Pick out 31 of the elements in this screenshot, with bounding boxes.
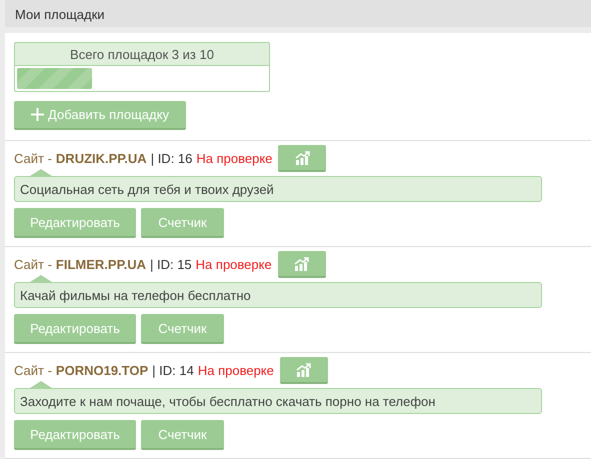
add-site-button[interactable]: Добавить площадку <box>14 101 186 130</box>
site-id: | ID: 15 <box>150 257 192 272</box>
site-name: DRUZIK.PP.UA <box>56 151 147 166</box>
counter-button[interactable]: Счетчик <box>141 314 224 344</box>
chart-icon <box>296 362 312 376</box>
edit-button[interactable]: Редактировать <box>14 208 136 238</box>
plus-icon <box>31 108 44 121</box>
counter-button[interactable]: Счетчик <box>141 420 224 450</box>
edit-button[interactable]: Редактировать <box>14 314 136 344</box>
stats-button[interactable] <box>278 145 326 172</box>
edit-button[interactable]: Редактировать <box>14 420 136 450</box>
site-status: На проверке <box>196 151 272 166</box>
page-title: Мои площадки <box>15 7 105 22</box>
site-label: Сайт - <box>14 363 52 378</box>
chart-icon <box>294 256 310 270</box>
site-description: Качай фильмы на телефон бесплатно <box>14 282 542 308</box>
site-name: FILMER.PP.UA <box>56 257 146 272</box>
site-id: | ID: 16 <box>150 151 192 166</box>
site-status: На проверке <box>196 257 272 272</box>
site-id: | ID: 14 <box>152 363 194 378</box>
stats-button[interactable] <box>278 251 326 278</box>
site-label: Сайт - <box>14 257 52 272</box>
site-label: Сайт - <box>14 151 52 166</box>
quota-label: Всего площадок 3 из 10 <box>14 42 270 66</box>
site-description: Заходите к нам почаще, чтобы бесплатно скачать порно на телефон <box>14 388 542 414</box>
counter-button[interactable]: Счетчик <box>141 208 224 238</box>
site-description: Социальная сеть для тебя и твоих друзей <box>14 176 542 202</box>
site-status: На проверке <box>198 363 274 378</box>
stats-button[interactable] <box>280 357 328 384</box>
site-name: PORNO19.TOP <box>56 363 148 378</box>
chart-icon <box>294 150 310 164</box>
